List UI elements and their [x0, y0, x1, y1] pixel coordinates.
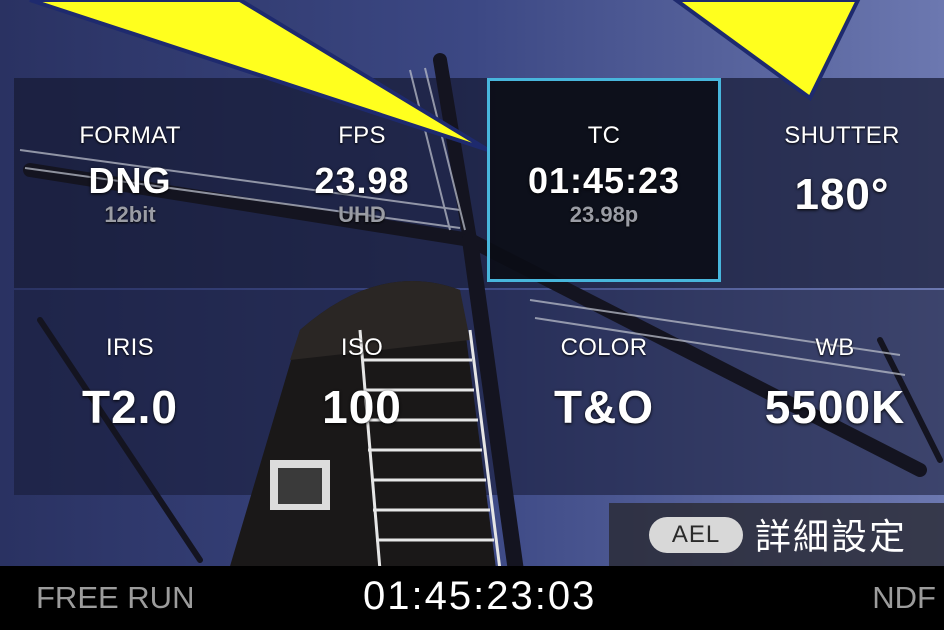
color-value: T&O [553, 381, 655, 433]
status-bar: FREE RUN 01:45:23:03 NDF [0, 566, 944, 630]
tile-color[interactable]: COLOR T&O [488, 334, 720, 434]
shutter-value: 180° [794, 170, 890, 219]
ael-badge[interactable]: AEL [649, 517, 743, 553]
wb-value: 5500K [764, 381, 906, 433]
fps-label: FPS [338, 122, 386, 149]
iris-label: IRIS [106, 334, 154, 361]
fps-value: 23.98 [314, 160, 410, 201]
tile-wb[interactable]: WB 5500K [726, 334, 944, 434]
tile-iso[interactable]: ISO 100 [246, 334, 478, 434]
iris-value: T2.0 [81, 381, 179, 433]
iso-label: ISO [340, 334, 384, 361]
advanced-settings-label: 詳細設定 [755, 517, 908, 558]
ael-advanced-settings-panel[interactable]: AEL 詳細設定 [609, 503, 944, 566]
camera-monitor-screen: FORMAT DNG 12bit FPS 23.98 UHD TC 01:45:… [0, 0, 944, 630]
tile-fps[interactable]: FPS 23.98 UHD [246, 122, 478, 228]
drop-frame-mode: NDF [872, 580, 936, 615]
tc-value: 01:45:23 [527, 160, 681, 201]
tc-label: TC [587, 122, 621, 149]
shutter-label: SHUTTER [784, 122, 900, 149]
tile-shutter[interactable]: SHUTTER 180° [742, 122, 942, 220]
timecode-readout: 01:45:23:03 [363, 574, 597, 618]
settings-grid: FORMAT DNG 12bit FPS 23.98 UHD TC 01:45:… [14, 78, 944, 494]
tile-format[interactable]: FORMAT DNG 12bit [14, 122, 246, 228]
wb-label: WB [815, 334, 855, 361]
iso-value: 100 [322, 381, 402, 433]
tile-iris[interactable]: IRIS T2.0 [14, 334, 246, 434]
tc-framerate: 23.98p [569, 202, 639, 227]
timecode-run-mode: FREE RUN [36, 580, 195, 615]
format-value: DNG [88, 160, 172, 201]
color-label: COLOR [560, 334, 648, 361]
tile-tc[interactable]: TC 01:45:23 23.98p [487, 78, 721, 282]
fps-resolution: UHD [338, 202, 386, 227]
format-bitdepth: 12bit [104, 202, 156, 227]
format-label: FORMAT [79, 122, 181, 149]
